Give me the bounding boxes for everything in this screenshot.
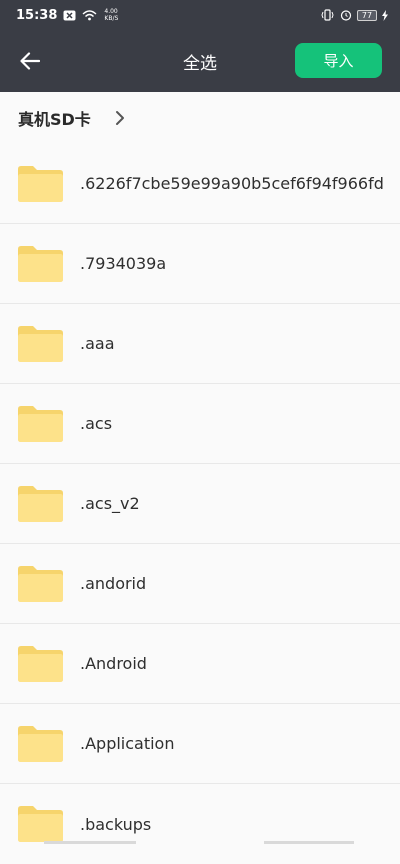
net-speed: 4.00 KB/S — [104, 8, 118, 22]
list-item[interactable]: .7934039a — [0, 224, 400, 304]
bottom-strip — [0, 840, 400, 844]
list-item[interactable]: .Application — [0, 704, 400, 784]
file-name: .7934039a — [80, 254, 166, 273]
folder-icon — [18, 325, 63, 363]
file-name: .acs_v2 — [80, 494, 140, 513]
folder-icon — [18, 725, 63, 763]
list-item[interactable]: .6226f7cbe59e99a90b5cef6f94f966fd — [0, 144, 400, 224]
charging-icon — [382, 10, 388, 21]
battery-level: 77 — [362, 11, 372, 20]
folder-icon — [18, 165, 63, 203]
status-time: 15:38 — [16, 8, 57, 23]
file-name: .aaa — [80, 334, 115, 353]
net-speed-unit: KB/S — [104, 15, 118, 22]
list-item[interactable]: .acs — [0, 384, 400, 464]
file-name: .backups — [80, 815, 151, 834]
folder-icon — [18, 565, 63, 603]
file-name: .andorid — [80, 574, 146, 593]
list-item[interactable]: .Android — [0, 624, 400, 704]
wifi-icon — [82, 10, 97, 21]
list-item[interactable]: .andorid — [0, 544, 400, 624]
file-list: .6226f7cbe59e99a90b5cef6f94f966fd .79340… — [0, 144, 400, 864]
folder-icon — [18, 405, 63, 443]
folder-icon — [18, 645, 63, 683]
back-button[interactable] — [14, 46, 46, 76]
status-bar: 15:38 4.00 KB/S 77 — [0, 0, 400, 30]
net-speed-value: 4.00 — [104, 8, 118, 15]
list-item[interactable]: .acs_v2 — [0, 464, 400, 544]
notification-x-icon — [63, 10, 76, 21]
select-all-label: 全选 — [183, 49, 217, 74]
file-name: .Android — [80, 654, 147, 673]
list-item[interactable]: .backups — [0, 784, 400, 864]
chevron-right-icon[interactable] — [115, 110, 125, 126]
file-name: .Application — [80, 734, 174, 753]
alarm-icon — [340, 9, 352, 21]
import-button[interactable]: 导入 — [295, 43, 382, 78]
folder-icon — [18, 485, 63, 523]
vibrate-icon — [320, 9, 335, 21]
list-item[interactable]: .aaa — [0, 304, 400, 384]
file-name: .6226f7cbe59e99a90b5cef6f94f966fd — [80, 174, 384, 193]
breadcrumb-label[interactable]: 真机SD卡 — [18, 106, 91, 130]
breadcrumb: 真机SD卡 — [0, 92, 400, 144]
app-bar: 全选 导入 — [0, 30, 400, 92]
folder-icon — [18, 245, 63, 283]
arrow-left-icon — [20, 52, 40, 70]
battery-icon: 77 — [357, 10, 377, 21]
folder-icon — [18, 805, 63, 843]
file-name: .acs — [80, 414, 112, 433]
